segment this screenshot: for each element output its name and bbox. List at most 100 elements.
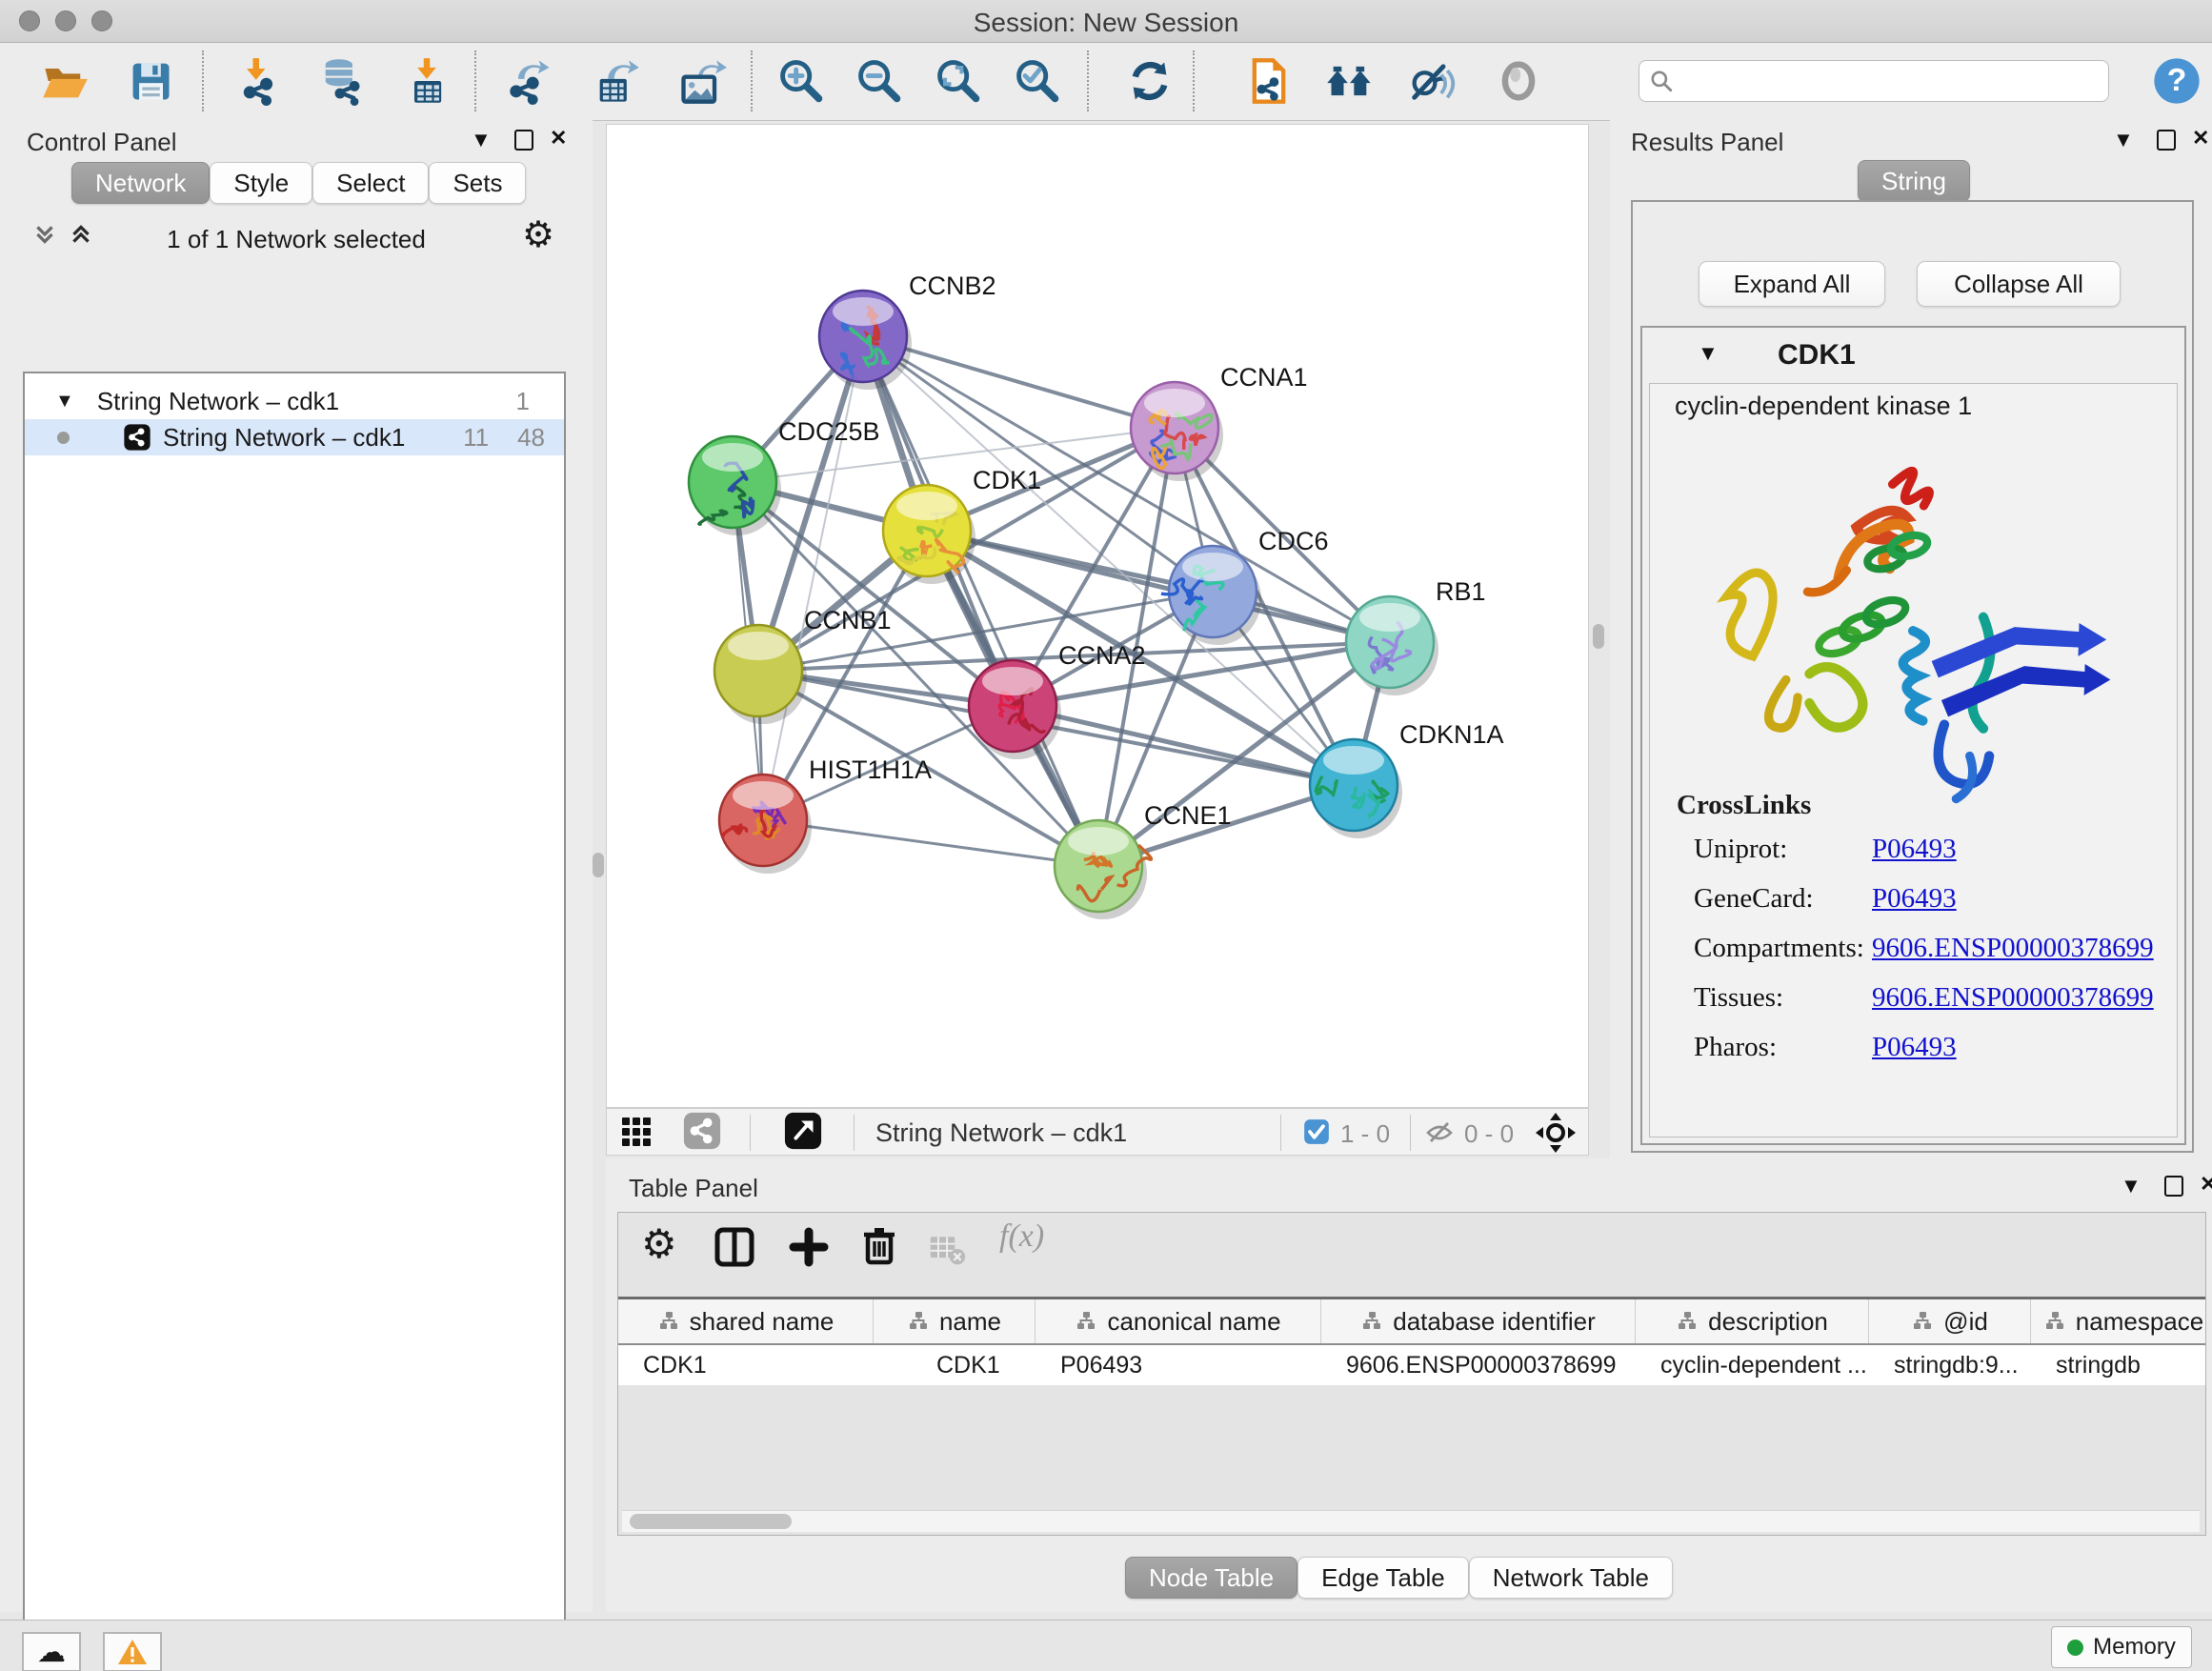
import-table-icon[interactable] [400, 54, 453, 108]
status-bar: ☁ Memory [0, 1620, 2212, 1671]
network-node-rb1[interactable]: RB1 [1346, 577, 1486, 695]
cell-description[interactable]: cyclin-dependent ... [1636, 1345, 1869, 1385]
toolbar-separator [202, 50, 204, 111]
network-node-cdk1[interactable]: CDK1 [883, 466, 1041, 584]
column-type-icon [1360, 1310, 1383, 1333]
vertical-splitter-handle[interactable] [1593, 624, 1604, 649]
tab-select[interactable]: Select [312, 162, 429, 204]
function-builder-button[interactable]: f(x) [999, 1218, 1044, 1255]
panel-float-icon[interactable] [2164, 1176, 2183, 1197]
tab-sets[interactable]: Sets [429, 162, 526, 204]
save-session-icon[interactable] [124, 54, 177, 108]
network-share-icon[interactable] [675, 1104, 729, 1158]
tab-network[interactable]: Network [71, 162, 210, 204]
network-canvas[interactable]: CCNB2CCNA1CDC25BCDK1CDC6RB1CCNB1CCNA2CDK… [606, 124, 1589, 1108]
import-network-database-icon[interactable] [314, 54, 368, 108]
section-collapse-icon[interactable]: ▼ [1698, 343, 1719, 364]
open-session-icon[interactable] [38, 54, 91, 108]
crosslink-link[interactable]: P06493 [1872, 883, 1957, 915]
birds-eye-grid-icon[interactable] [611, 1104, 664, 1158]
network-row-selected[interactable]: String Network – cdk11148 [25, 419, 564, 455]
table-row[interactable]: CDK1CDK1P064939606.ENSP00000378699cyclin… [618, 1345, 2206, 1385]
column-label: shared name [690, 1307, 835, 1337]
panel-menu-icon[interactable]: ▼ [2121, 1176, 2142, 1197]
network-node-ccna1[interactable]: CCNA1 [1131, 363, 1308, 481]
refresh-icon[interactable] [1123, 54, 1176, 108]
tab-network-table[interactable]: Network Table [1469, 1557, 1673, 1599]
zoom-selected-icon[interactable] [1010, 54, 1063, 108]
gear-icon[interactable]: ⚙ [522, 213, 554, 256]
cell-namespace[interactable]: stringdb [2031, 1345, 2206, 1385]
search-box[interactable] [1639, 60, 2109, 102]
zoom-out-icon[interactable] [852, 54, 905, 108]
column-label: @id [1943, 1307, 1988, 1337]
tab-node-table[interactable]: Node Table [1125, 1557, 1297, 1599]
import-network-file-icon[interactable] [232, 54, 286, 108]
column-header-shared-name[interactable]: shared name [618, 1299, 874, 1343]
network-node-ccne1[interactable]: CCNE1 [1055, 801, 1232, 919]
search-input[interactable] [1674, 67, 2099, 95]
crosslink-link[interactable]: 9606.ENSP00000378699 [1872, 982, 2154, 1014]
column-header-description[interactable]: description [1636, 1299, 1869, 1343]
crosslink-link[interactable]: 9606.ENSP00000378699 [1872, 933, 2154, 964]
zoom-in-icon[interactable] [774, 54, 827, 108]
panel-menu-icon[interactable]: ▼ [471, 130, 492, 151]
cell-shared-name[interactable]: CDK1 [618, 1345, 874, 1385]
cell-database-identifier[interactable]: 9606.ENSP00000378699 [1321, 1345, 1636, 1385]
vertical-splitter-handle[interactable] [593, 853, 604, 877]
panel-float-icon[interactable] [2157, 130, 2176, 151]
panel-float-icon[interactable] [514, 130, 533, 151]
network-node-cdkn1a[interactable]: CDKN1A [1310, 720, 1504, 838]
cloud-button[interactable]: ☁ [22, 1632, 81, 1671]
show-columns-icon[interactable] [714, 1226, 755, 1273]
share-file-icon[interactable] [1242, 54, 1296, 108]
warnings-button[interactable] [103, 1632, 162, 1671]
export-table-icon[interactable] [590, 54, 643, 108]
crosslink-link[interactable]: P06493 [1872, 1032, 1957, 1063]
network-node-ccnb2[interactable]: CCNB2 [819, 272, 996, 390]
cell-canonical-name[interactable]: P06493 [1036, 1345, 1321, 1385]
selected-checkbox-icon[interactable] [1303, 1118, 1330, 1150]
string-home-icon[interactable] [1323, 54, 1377, 108]
network-node-hist1h1a[interactable]: HIST1H1A [719, 755, 932, 874]
open-in-new-window-icon[interactable] [776, 1104, 830, 1158]
tab-string[interactable]: String [1858, 160, 1970, 202]
delete-table-icon[interactable] [929, 1230, 967, 1273]
crosslink-link[interactable]: P06493 [1872, 834, 1957, 865]
hide-glasses-icon[interactable] [1404, 54, 1458, 108]
cell-name[interactable]: CDK1 [874, 1345, 1036, 1385]
panel-close-icon[interactable]: ✕ [2200, 1174, 2212, 1195]
column-header-name[interactable]: name [874, 1299, 1036, 1343]
memory-button[interactable]: Memory [2051, 1626, 2192, 1668]
expand-all-button[interactable]: Expand All [1699, 261, 1885, 307]
table-header-row: shared name namecanonical namedatabase id… [618, 1297, 2206, 1345]
scrollbar-thumb[interactable] [630, 1514, 792, 1529]
node-label: CDC25B [778, 417, 880, 446]
help-icon[interactable]: ? [2150, 54, 2203, 108]
column-header-canonical-name[interactable]: canonical name [1036, 1299, 1321, 1343]
collapse-all-button[interactable]: Collapse All [1917, 261, 2121, 307]
network-collection-row[interactable]: ▼String Network – cdk11 [25, 383, 564, 419]
tab-edge-table[interactable]: Edge Table [1297, 1557, 1469, 1599]
network-node-cdc6[interactable]: CDC6 [1161, 527, 1329, 645]
panel-close-icon[interactable]: ✕ [550, 128, 567, 149]
collapse-triangle-icon[interactable]: ▼ [55, 391, 74, 413]
panel-menu-icon[interactable]: ▼ [2113, 130, 2134, 151]
table-settings-gear-icon[interactable]: ⚙ [641, 1220, 677, 1267]
horizontal-scrollbar[interactable] [622, 1510, 2200, 1532]
hidden-eye-icon[interactable] [1424, 1117, 1455, 1153]
eye-icon[interactable] [1492, 54, 1545, 108]
cell--id[interactable]: stringdb:9... [1869, 1345, 2031, 1385]
tab-style[interactable]: Style [210, 162, 312, 204]
column-header--id[interactable]: @id [1869, 1299, 2031, 1343]
column-header-namespace[interactable]: namespace [2031, 1299, 2206, 1343]
panel-close-icon[interactable]: ✕ [2192, 128, 2209, 149]
fit-selected-crosshair-icon[interactable] [1529, 1106, 1582, 1159]
zoom-fit-icon[interactable] [931, 54, 984, 108]
export-network-icon[interactable] [504, 54, 557, 108]
delete-column-trash-icon[interactable] [858, 1224, 900, 1271]
create-column-icon[interactable] [788, 1226, 830, 1273]
column-header-database-identifier[interactable]: database identifier [1321, 1299, 1636, 1343]
export-image-icon[interactable] [675, 54, 729, 108]
column-type-icon [907, 1310, 930, 1333]
